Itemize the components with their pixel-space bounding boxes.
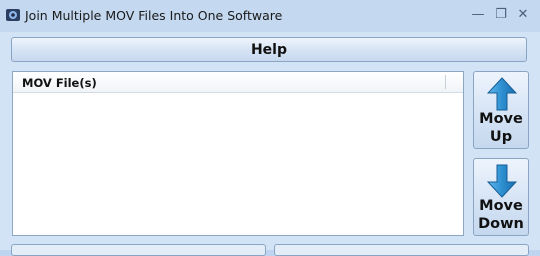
move-up-button[interactable]: Move Up (473, 71, 529, 149)
minimize-button[interactable]: — (469, 6, 487, 24)
move-up-label: Move Up (479, 111, 523, 145)
window-title: Join Multiple MOV Files Into One Softwar… (25, 8, 283, 23)
move-down-button[interactable]: Move Down (473, 158, 529, 236)
list-header: MOV File(s) (13, 72, 463, 93)
down-arrow-icon (487, 164, 517, 198)
help-button[interactable]: Help (11, 37, 527, 62)
up-arrow-icon (487, 77, 517, 111)
app-icon (6, 9, 20, 21)
bottom-left-button[interactable] (11, 244, 266, 256)
title-bar[interactable]: Join Multiple MOV Files Into One Softwar… (0, 0, 540, 32)
mov-file-list[interactable]: MOV File(s) (12, 71, 464, 236)
close-button[interactable]: ✕ (514, 6, 532, 24)
column-header-mov-files[interactable]: MOV File(s) (22, 76, 97, 90)
move-down-label: Move Down (478, 198, 524, 232)
maximize-button[interactable]: ❐ (492, 6, 510, 24)
column-divider[interactable] (445, 75, 446, 89)
bottom-right-button[interactable] (274, 244, 529, 256)
